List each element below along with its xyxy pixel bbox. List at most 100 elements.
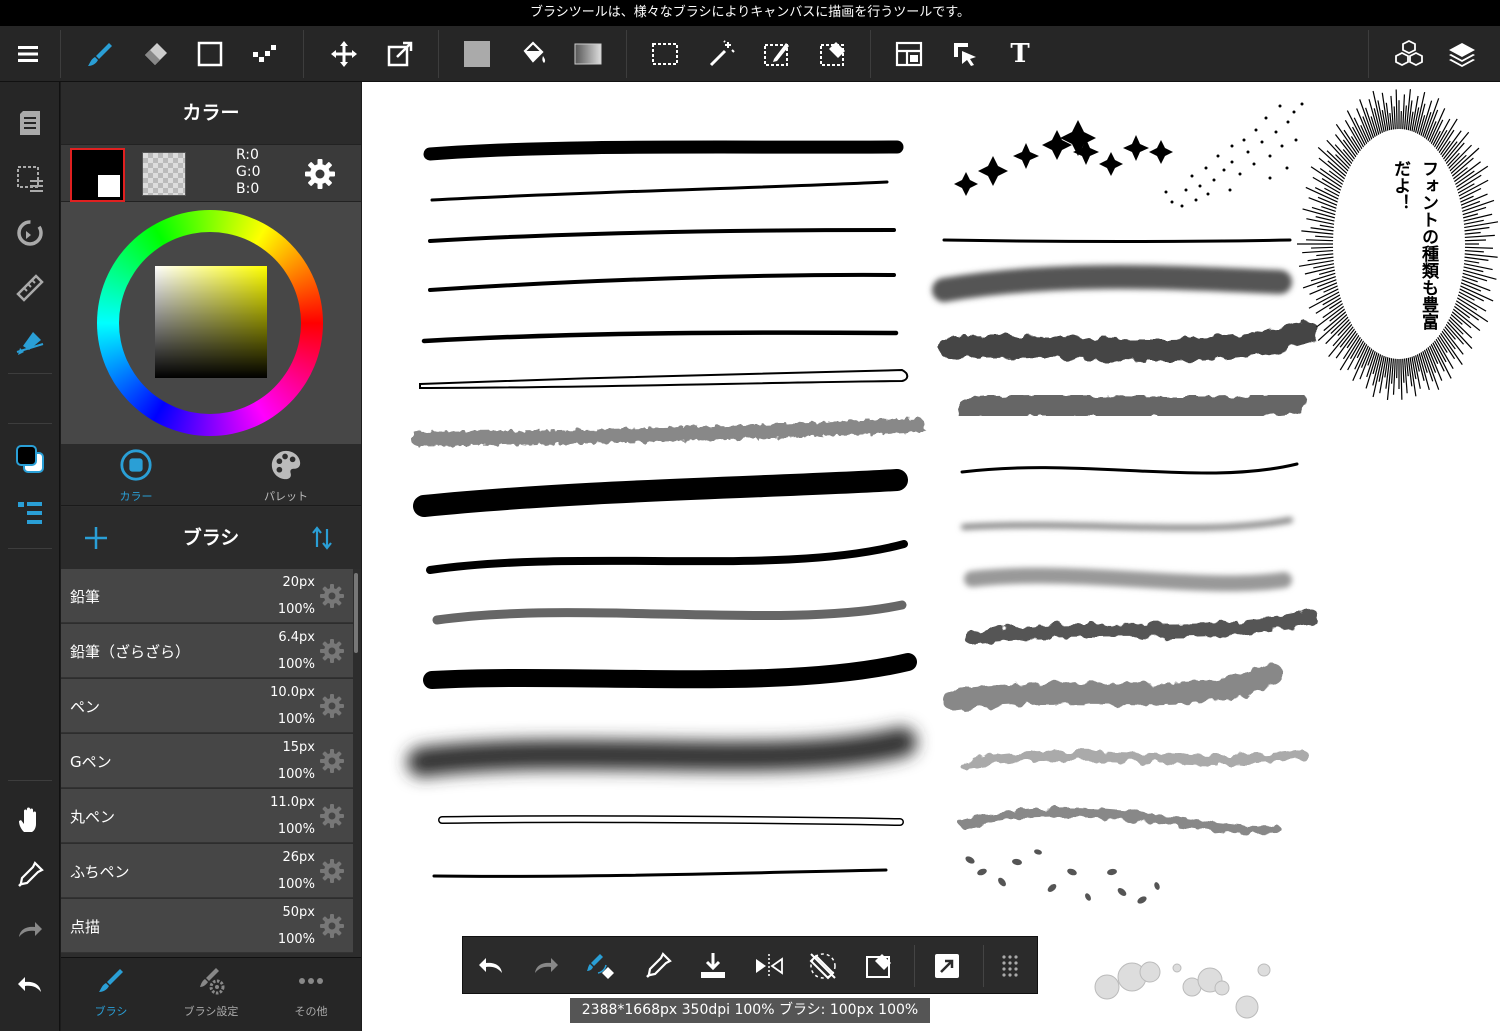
brush-list: 鉛筆 20px 100% 鉛筆（ざらざら） 6.4px 100% ペン 10.0px 100% G… xyxy=(61,569,361,957)
color-settings-gear-icon[interactable] xyxy=(303,157,337,191)
saturation-value-square[interactable] xyxy=(155,266,267,378)
qb-undo-icon[interactable] xyxy=(471,946,511,986)
brush-settings-gear-icon[interactable] xyxy=(319,913,345,939)
brush-name: 点描 xyxy=(70,918,101,936)
qb-save-icon[interactable] xyxy=(693,946,733,986)
rgb-r-value: R:0 xyxy=(236,147,259,163)
brush-size: 26px xyxy=(282,850,316,865)
selection-menu-icon[interactable] xyxy=(10,158,50,198)
frame-divider-icon[interactable] xyxy=(889,34,929,74)
brush-settings-gear-icon[interactable] xyxy=(319,583,345,609)
eraser-tool-icon[interactable] xyxy=(135,34,175,74)
page-icon[interactable] xyxy=(10,103,50,143)
brush-opacity: 100% xyxy=(277,932,315,947)
qb-more-icon[interactable] xyxy=(990,946,1030,986)
side-panel: カラー R:0 G:0 B:0 カラー パレット ブラシ 鉛筆 20px 100… xyxy=(61,82,361,1031)
tab-color[interactable]: カラー xyxy=(61,448,211,506)
left-rail xyxy=(0,82,60,1031)
rotate-icon[interactable] xyxy=(10,213,50,253)
tab-other[interactable]: その他 xyxy=(261,966,361,1019)
qb-rotate-reset-icon[interactable] xyxy=(803,946,843,986)
brush-settings-gear-icon[interactable] xyxy=(319,803,345,829)
brush-sample-strokes xyxy=(407,89,1499,1019)
brush-settings-gear-icon[interactable] xyxy=(319,748,345,774)
brush-settings-gear-icon[interactable] xyxy=(319,693,345,719)
quick-access-bar xyxy=(462,936,1038,994)
tab-color-label: カラー xyxy=(119,490,153,503)
transparent-color-swatch[interactable] xyxy=(142,152,186,196)
undo-icon[interactable] xyxy=(10,965,50,1005)
select-eraser-icon[interactable] xyxy=(813,34,853,74)
tab-other-label: その他 xyxy=(294,1005,328,1018)
speech-bubble-text: フォントの種類も豊富だよ！ xyxy=(1390,160,1438,330)
brush-name: 鉛筆 xyxy=(70,588,101,606)
qb-flip-icon[interactable] xyxy=(749,946,789,986)
snap-icon[interactable] xyxy=(10,323,50,363)
rect-select-icon[interactable] xyxy=(645,34,685,74)
materials-icon[interactable] xyxy=(1389,34,1429,74)
brush-opacity: 100% xyxy=(277,767,315,782)
rgb-b-value: B:0 xyxy=(236,181,260,197)
brush-item[interactable]: 丸ペン 11.0px 100% xyxy=(61,789,353,843)
brush-name: ペン xyxy=(70,698,101,716)
tool-hint-bar: ブラシツールは、様々なブラシによりキャンバスに描画を行うツールです。 xyxy=(0,0,1500,26)
bucket-tool-icon[interactable] xyxy=(513,34,553,74)
brush-name: 丸ペン xyxy=(70,808,116,826)
drawing-canvas[interactable]: フォントの種類も豊富だよ！ xyxy=(362,82,1500,1031)
rgb-g-value: G:0 xyxy=(236,164,261,180)
ruler-icon[interactable] xyxy=(10,268,50,308)
layers-icon[interactable] xyxy=(1442,34,1482,74)
text-tool-icon[interactable]: T xyxy=(1000,34,1040,74)
eyedropper-icon[interactable] xyxy=(10,855,50,895)
hand-icon[interactable] xyxy=(10,800,50,840)
brush-name: ふちペン xyxy=(70,863,130,881)
brush-list-scrollbar[interactable] xyxy=(354,573,358,653)
object-select-icon[interactable] xyxy=(945,34,985,74)
brush-name: Gペン xyxy=(70,753,112,771)
foreground-color-swatch[interactable] xyxy=(70,148,125,202)
dot-tool-icon[interactable] xyxy=(245,34,285,74)
qb-brush-eraser-icon[interactable] xyxy=(581,946,621,986)
tab-brush-label: ブラシ xyxy=(94,1005,128,1018)
brush-name: 鉛筆（ざらざら） xyxy=(70,643,191,661)
color-toggle-icon[interactable] xyxy=(10,439,50,479)
brush-item[interactable]: 鉛筆 20px 100% xyxy=(61,569,353,623)
color-panel-title: カラー xyxy=(61,82,361,144)
brush-size: 15px xyxy=(282,740,316,755)
qb-eyedropper-icon[interactable] xyxy=(638,946,678,986)
brush-item[interactable]: Gペン 15px 100% xyxy=(61,734,353,788)
brush-size: 20px xyxy=(282,575,316,590)
qb-redo-icon[interactable] xyxy=(526,946,566,986)
brush-item[interactable]: ペン 10.0px 100% xyxy=(61,679,353,733)
qb-expand-icon[interactable] xyxy=(927,946,967,986)
redo-icon[interactable] xyxy=(10,910,50,950)
brush-item[interactable]: 鉛筆（ざらざら） 6.4px 100% xyxy=(61,624,353,678)
app-window: ブラシツールは、様々なブラシによりキャンバスに描画を行うツールです。 T カラー… xyxy=(0,0,1500,1031)
tab-brush-settings[interactable]: ブラシ設定 xyxy=(161,966,261,1019)
brush-item[interactable]: ふちペン 26px 100% xyxy=(61,844,353,898)
sort-brush-icon[interactable] xyxy=(307,523,337,553)
background-mini-swatch xyxy=(97,174,121,198)
tab-palette-label: パレット xyxy=(264,490,308,503)
brush-settings-gear-icon[interactable] xyxy=(319,638,345,664)
text-tool-label: T xyxy=(1010,39,1030,69)
move-tool-icon[interactable] xyxy=(324,34,364,74)
brush-item[interactable]: 点描 50px 100% xyxy=(61,899,353,953)
fill-color-icon[interactable] xyxy=(457,34,497,74)
tab-palette[interactable]: パレット xyxy=(211,448,361,506)
magic-wand-icon[interactable] xyxy=(702,34,742,74)
brush-panel-header: ブラシ xyxy=(61,507,361,569)
shape-tool-icon[interactable] xyxy=(190,34,230,74)
menu-icon[interactable] xyxy=(8,34,48,74)
gradient-tool-icon[interactable] xyxy=(568,34,608,74)
tab-brush[interactable]: ブラシ xyxy=(61,966,161,1019)
brush-list-icon[interactable] xyxy=(10,493,50,533)
qb-select-clear-icon[interactable] xyxy=(859,946,899,986)
brush-size: 11.0px xyxy=(270,795,315,810)
brush-opacity: 100% xyxy=(277,877,315,892)
brush-size: 50px xyxy=(282,905,316,920)
brush-tool-icon[interactable] xyxy=(80,34,120,74)
transform-tool-icon[interactable] xyxy=(380,34,420,74)
brush-settings-gear-icon[interactable] xyxy=(319,858,345,884)
select-pen-icon[interactable] xyxy=(757,34,797,74)
